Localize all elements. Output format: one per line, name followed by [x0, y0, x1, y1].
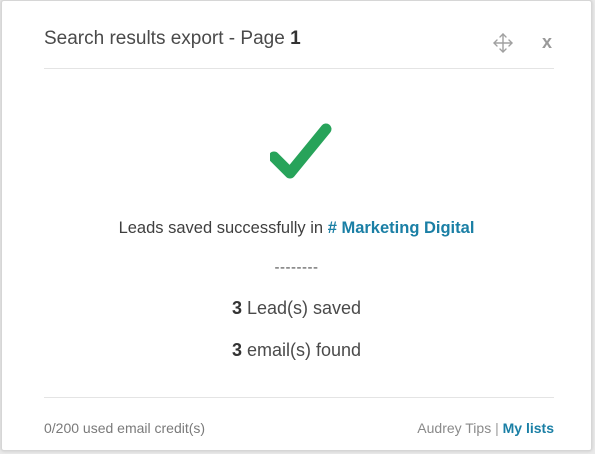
- emails-label: email(s) found: [246, 340, 362, 360]
- page-number: 1: [290, 28, 301, 49]
- success-message: Leads saved successfully in # Marketing …: [2, 219, 591, 238]
- separator: --------: [274, 259, 319, 276]
- my-lists-link[interactable]: My lists: [503, 420, 554, 436]
- dialog-title-text: Search results export - Page: [44, 28, 285, 49]
- close-button[interactable]: x: [542, 30, 552, 54]
- emails-found-stat: 3 email(s) found: [2, 340, 591, 361]
- footer-links: Audrey Tips | My lists: [417, 420, 554, 436]
- leads-saved-stat: 3 Lead(s) saved: [2, 298, 591, 319]
- email-credits-text: 0/200 used email credit(s): [44, 420, 206, 436]
- emails-count: 3: [231, 340, 242, 360]
- audrey-tips-link[interactable]: Audrey Tips: [417, 420, 491, 436]
- checkmark-icon: [270, 123, 332, 179]
- dialog-footer: 0/200 used email credit(s) Audrey Tips |…: [44, 397, 554, 453]
- dialog-title: Search results export - Page 1: [44, 28, 301, 50]
- dialog-header: Search results export - Page 1 x: [44, 1, 554, 69]
- list-name-link[interactable]: # Marketing Digital: [328, 219, 475, 237]
- footer-divider: |: [495, 420, 499, 436]
- leads-count: 3: [231, 298, 242, 318]
- move-arrows-icon[interactable]: [492, 32, 514, 54]
- success-message-text: Leads saved successfully in: [118, 219, 324, 237]
- leads-label: Lead(s) saved: [246, 298, 362, 318]
- export-dialog: Search results export - Page 1 x Leads s…: [1, 0, 592, 451]
